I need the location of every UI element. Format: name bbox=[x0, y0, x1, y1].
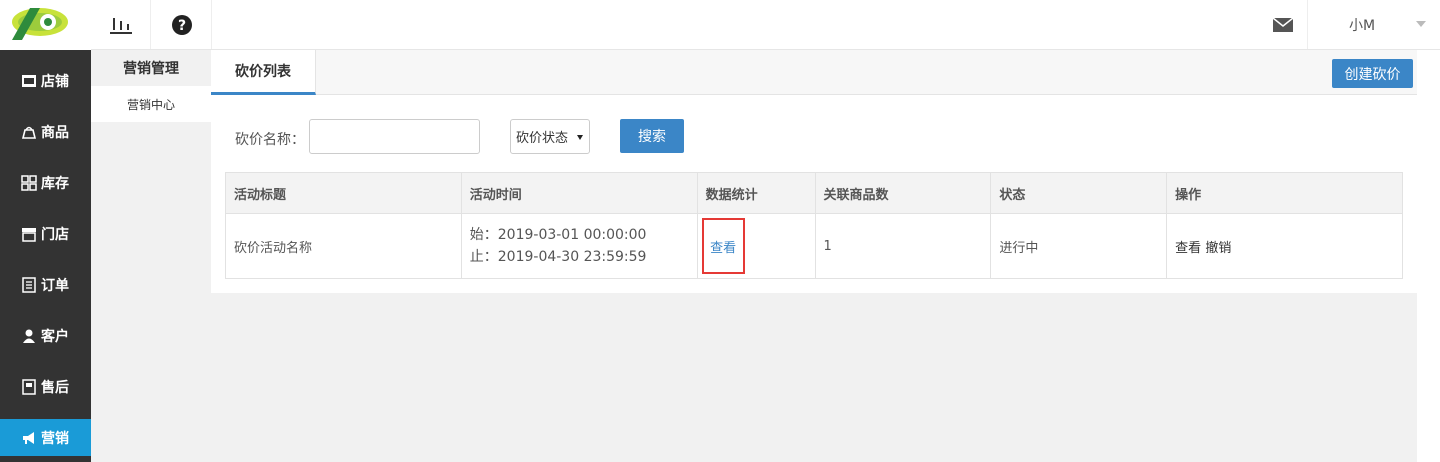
cell-time: 始：2019-03-01 00:00:00 止：2019-04-30 23:59… bbox=[460, 213, 698, 279]
start-time: 始：2019-03-01 00:00:00 bbox=[469, 227, 647, 243]
grid-icon bbox=[21, 174, 37, 191]
cell-actions: 查看 撤销 bbox=[1166, 213, 1403, 279]
table-row: 砍价活动名称 始：2019-03-01 00:00:00 止：2019-04-3… bbox=[225, 213, 1403, 279]
col-header-actions: 操作 bbox=[1166, 172, 1403, 214]
view-action-link[interactable]: 查看 bbox=[1175, 241, 1201, 256]
nav-item-goods[interactable]: 商品 bbox=[0, 113, 91, 150]
tab-bar: 砍价列表 创建砍价 bbox=[211, 50, 1417, 95]
caret-down-icon[interactable] bbox=[1416, 21, 1426, 27]
end-time: 止：2019-04-30 23:59:59 bbox=[469, 249, 647, 265]
goods-icon bbox=[21, 124, 37, 140]
subnav-item-marketing-center[interactable]: 营销中心 bbox=[91, 86, 211, 122]
user-menu[interactable]: 小M bbox=[1309, 0, 1440, 49]
nav-label: 客户 bbox=[41, 328, 69, 345]
bargain-name-input[interactable] bbox=[309, 119, 480, 154]
col-header-time: 活动时间 bbox=[460, 172, 698, 214]
help-icon[interactable]: ? bbox=[152, 0, 212, 49]
nav-label: 订单 bbox=[41, 277, 69, 294]
cell-title: 砍价活动名称 bbox=[225, 213, 462, 279]
nav-item-store[interactable]: 店铺 bbox=[0, 62, 91, 99]
cell-goods-count: 1 bbox=[814, 213, 992, 279]
nav-item-customer[interactable]: 客户 bbox=[0, 317, 91, 354]
nav-label: 商品 bbox=[41, 124, 69, 141]
cancel-action-link[interactable]: 撤销 bbox=[1205, 241, 1231, 256]
stats-view-link[interactable]: 查看 bbox=[710, 237, 736, 256]
cell-status: 进行中 bbox=[990, 213, 1168, 279]
mail-icon[interactable] bbox=[1258, 0, 1308, 49]
order-icon bbox=[21, 276, 37, 293]
svg-text:?: ? bbox=[177, 18, 185, 34]
search-button[interactable]: 搜索 bbox=[620, 119, 684, 153]
bargain-status-select[interactable]: 砍价状态 bbox=[510, 119, 590, 154]
megaphone-icon bbox=[21, 430, 37, 446]
nav-label: 售后 bbox=[41, 379, 69, 396]
nav-item-shop[interactable]: 门店 bbox=[0, 215, 91, 252]
nav-label: 门店 bbox=[41, 226, 69, 243]
user-icon bbox=[21, 328, 37, 344]
col-header-status: 状态 bbox=[990, 172, 1168, 214]
highlight-box: 查看 bbox=[701, 218, 745, 274]
nav-label: 营销 bbox=[41, 430, 69, 447]
logo-icon[interactable] bbox=[0, 0, 91, 50]
top-bar: ? 小M bbox=[0, 0, 1440, 50]
nav-item-aftersale[interactable]: 售后 bbox=[0, 368, 91, 405]
caret-down-icon bbox=[577, 135, 583, 140]
nav-label: 店铺 bbox=[41, 73, 69, 90]
col-header-stats: 数据统计 bbox=[696, 172, 816, 214]
scrollbar[interactable] bbox=[1417, 50, 1440, 462]
stats-icon[interactable] bbox=[91, 0, 151, 49]
left-nav: 店铺 商品 库存 门店 订单 客户 售后 营销 bbox=[0, 50, 91, 462]
create-bargain-button[interactable]: 创建砍价 bbox=[1332, 59, 1413, 88]
user-name[interactable]: 小M bbox=[1349, 15, 1375, 35]
bargain-table: 活动标题 活动时间 数据统计 关联商品数 状态 操作 砍价活动名称 始：2019… bbox=[225, 172, 1403, 279]
nav-label: 库存 bbox=[41, 175, 69, 192]
nav-item-marketing[interactable]: 营销 bbox=[0, 419, 91, 456]
col-header-title: 活动标题 bbox=[225, 172, 462, 214]
aftersale-icon bbox=[21, 378, 37, 395]
sub-nav: 营销管理 营销中心 bbox=[91, 50, 211, 462]
tab-bargain-list[interactable]: 砍价列表 bbox=[211, 50, 316, 95]
select-value: 砍价状态 bbox=[516, 131, 569, 146]
nav-item-inventory[interactable]: 库存 bbox=[0, 164, 91, 201]
main-content: 砍价列表 创建砍价 砍价名称： 砍价状态 搜索 活动标题 活动时间 数据统计 关… bbox=[211, 50, 1417, 293]
table-header-row: 活动标题 活动时间 数据统计 关联商品数 状态 操作 bbox=[225, 172, 1403, 214]
col-header-goods-count: 关联商品数 bbox=[814, 172, 992, 214]
store-icon bbox=[21, 73, 37, 89]
filter-name-label: 砍价名称： bbox=[235, 132, 305, 148]
nav-item-order[interactable]: 订单 bbox=[0, 266, 91, 303]
subnav-title: 营销管理 bbox=[123, 61, 179, 77]
cell-stats: 查看 bbox=[696, 213, 816, 279]
shop-icon bbox=[21, 226, 37, 242]
